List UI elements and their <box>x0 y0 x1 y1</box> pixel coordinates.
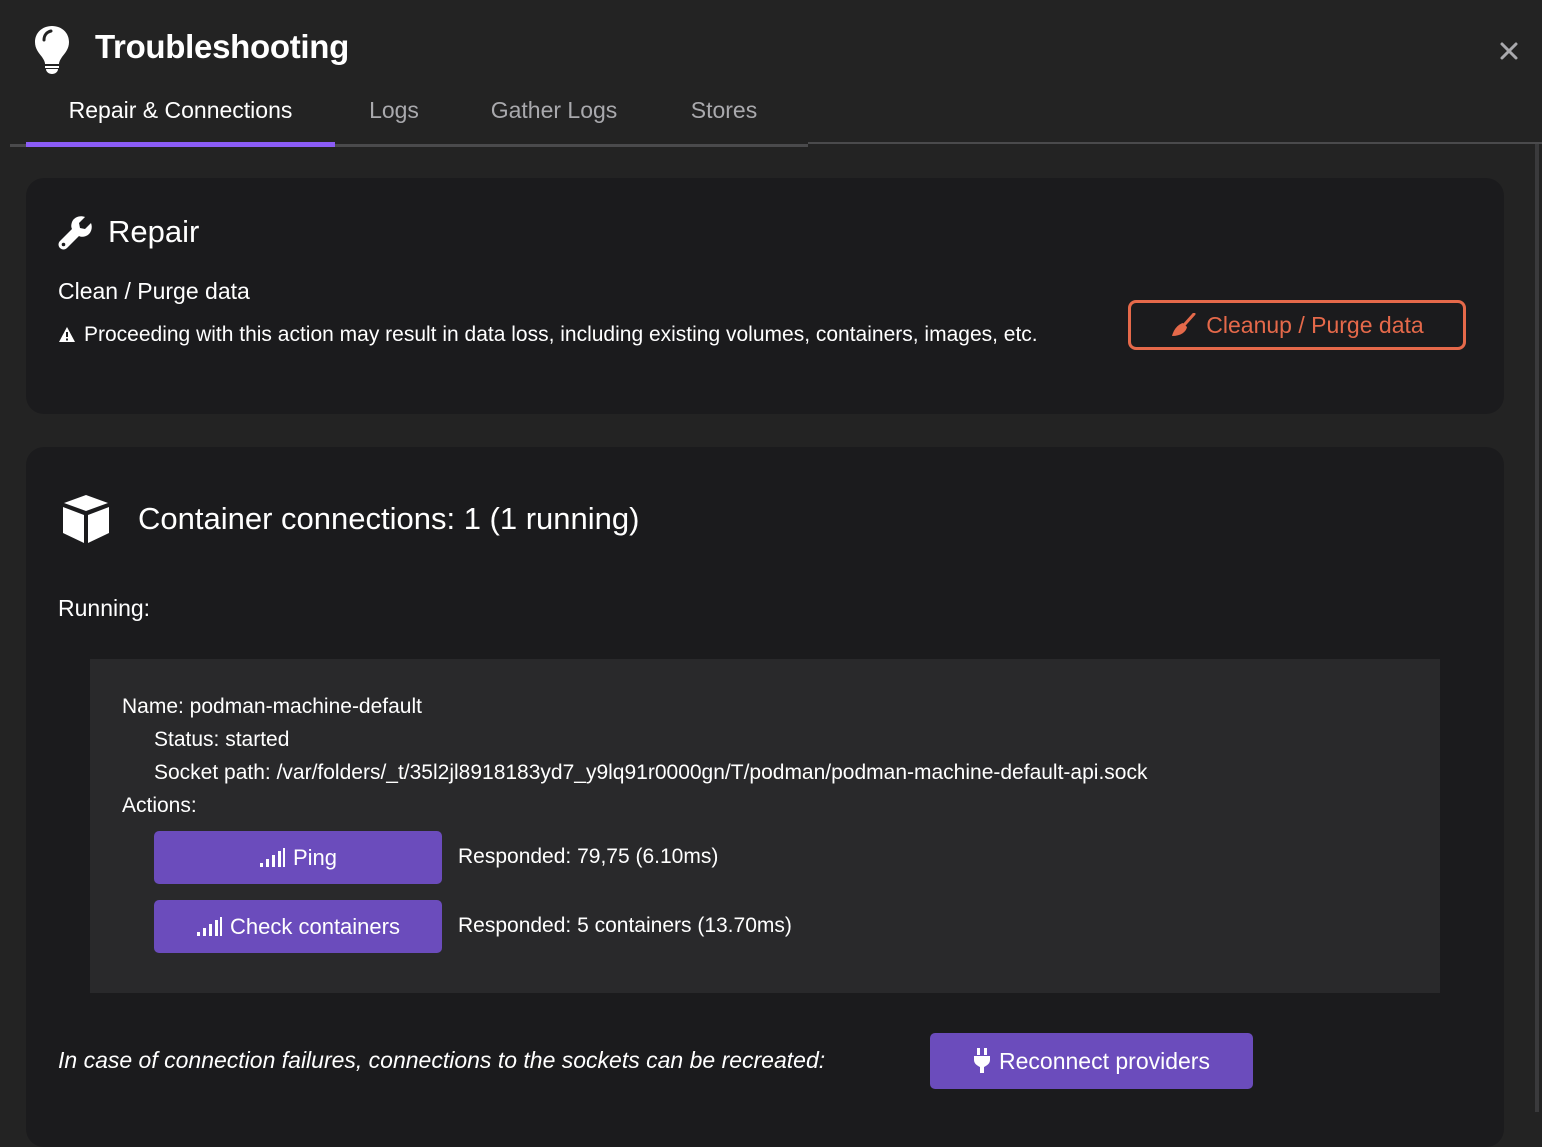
connection-item: Name: podman-machine-default Status: sta… <box>90 659 1440 993</box>
wrench-icon <box>58 216 92 250</box>
reconnect-providers-button[interactable]: Reconnect providers <box>930 1033 1253 1089</box>
tab-logs[interactable]: Logs <box>350 92 438 141</box>
tab-bar: Repair & Connections Logs Gather Logs St… <box>10 92 808 147</box>
cleanup-purge-button[interactable]: Cleanup / Purge data <box>1128 300 1466 350</box>
purge-subtitle: Clean / Purge data <box>58 278 250 304</box>
tab-gather-logs[interactable]: Gather Logs <box>472 92 636 141</box>
active-tab-indicator <box>26 142 335 147</box>
reconnect-providers-label: Reconnect providers <box>999 1047 1210 1074</box>
connections-card: Container connections: 1 (1 running) Run… <box>26 447 1504 1147</box>
scrollbar[interactable] <box>1535 144 1539 1112</box>
purge-warning: Proceeding with this action may result i… <box>58 318 1128 351</box>
dialog-title: Troubleshooting <box>95 28 349 65</box>
check-containers-label: Check containers <box>230 913 400 939</box>
connections-header: Container connections: 1 (1 running) <box>60 493 639 545</box>
connections-title: Container connections: 1 (1 running) <box>138 501 640 536</box>
broom-icon <box>1172 313 1196 336</box>
cleanup-purge-label: Cleanup / Purge data <box>1206 311 1424 338</box>
lightbulb-icon <box>35 26 69 74</box>
actions-label: Actions: <box>122 794 197 817</box>
signal-icon <box>259 847 285 867</box>
tab-repair-connections[interactable]: Repair & Connections <box>26 92 335 141</box>
check-containers-button[interactable]: Check containers <box>154 900 442 953</box>
cube-icon <box>63 495 109 543</box>
warning-icon <box>59 326 75 342</box>
plug-icon <box>974 1048 991 1073</box>
ping-button[interactable]: Ping <box>154 831 442 884</box>
warning-text: Proceeding with this action may result i… <box>84 323 1038 346</box>
close-icon[interactable] <box>1496 38 1522 64</box>
check-containers-response: Responded: 5 containers (13.70ms) <box>458 914 792 937</box>
tab-stores[interactable]: Stores <box>674 92 774 141</box>
connection-name: Name: podman-machine-default <box>122 695 422 718</box>
dialog-header: Troubleshooting Repair & Connections Log… <box>0 0 1542 147</box>
repair-header: Repair <box>58 214 199 250</box>
repair-title: Repair <box>108 214 200 249</box>
connection-socket-path: Socket path: /var/folders/_t/35l2jl89181… <box>154 761 1148 784</box>
header-divider <box>808 142 1542 144</box>
ping-response: Responded: 79,75 (6.10ms) <box>458 845 719 868</box>
reconnect-hint: In case of connection failures, connecti… <box>58 1047 826 1073</box>
running-label: Running: <box>58 595 151 621</box>
signal-icon <box>197 916 222 936</box>
connection-status: Status: started <box>154 728 290 751</box>
repair-card: Repair Clean / Purge data Proceeding wit… <box>26 178 1504 414</box>
ping-label: Ping <box>292 844 338 870</box>
